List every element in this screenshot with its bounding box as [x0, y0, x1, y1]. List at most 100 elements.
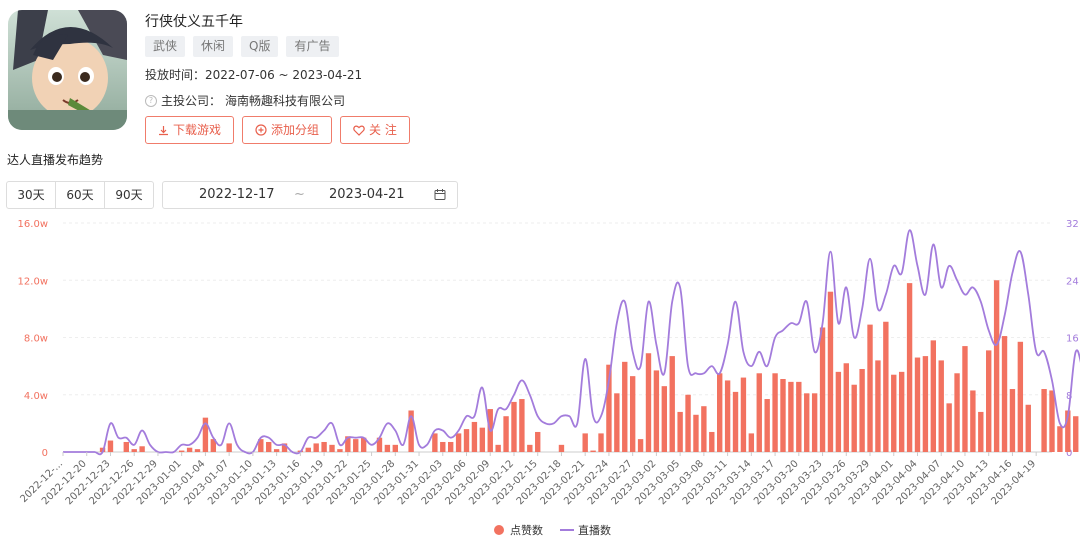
- bar: [978, 411, 984, 452]
- bar: [946, 403, 952, 452]
- follow-button[interactable]: 关 注: [340, 116, 410, 144]
- bar: [1057, 426, 1063, 452]
- y-right-tick-label: 24: [1066, 276, 1079, 287]
- bar: [337, 449, 343, 452]
- bar: [273, 449, 280, 452]
- bar: [519, 399, 525, 452]
- bar: [756, 373, 762, 452]
- bar: [455, 433, 462, 452]
- bar: [353, 439, 359, 452]
- range-60-days[interactable]: 60天: [56, 182, 105, 208]
- bar: [629, 376, 636, 452]
- bar: [1001, 336, 1008, 452]
- bar: [883, 321, 889, 452]
- date-range-picker[interactable]: 2022-12-17 ~ 2023-04-21: [162, 181, 458, 209]
- bar: [788, 381, 794, 452]
- publisher-name: 海南畅趣科技有限公司: [225, 94, 346, 108]
- bar: [471, 421, 478, 452]
- bar: [970, 390, 976, 452]
- start-date[interactable]: 2022-12-17: [199, 187, 275, 202]
- bar: [962, 346, 968, 452]
- bar: [677, 411, 683, 452]
- range-90-days[interactable]: 90天: [105, 182, 153, 208]
- bar: [835, 371, 842, 452]
- bar: [637, 439, 644, 452]
- add-group-button[interactable]: 添加分组: [242, 116, 333, 144]
- bar: [194, 449, 201, 452]
- game-tags: 武侠 休闲 Q版 有广告: [145, 36, 339, 57]
- legend-label-likes: 点赞数: [510, 524, 543, 537]
- legend-marker-likes: [494, 525, 504, 535]
- bar: [226, 443, 232, 452]
- bar: [780, 379, 786, 452]
- bar: [993, 280, 1000, 452]
- bar: [859, 368, 865, 452]
- bar: [867, 324, 873, 452]
- date-separator: ~: [294, 187, 305, 202]
- bar: [986, 350, 992, 452]
- follow-label: 关 注: [369, 123, 397, 137]
- bar: [1025, 404, 1031, 452]
- bar: [558, 444, 565, 452]
- download-game-label: 下载游戏: [173, 123, 222, 137]
- range-30-days[interactable]: 30天: [7, 182, 56, 208]
- bar: [796, 381, 802, 452]
- bar: [614, 393, 620, 452]
- bar: [954, 373, 960, 452]
- bar: [1017, 341, 1024, 452]
- bar: [503, 416, 509, 452]
- bar: [329, 444, 335, 452]
- bar: [598, 433, 604, 452]
- bar: [843, 363, 849, 452]
- bar: [914, 357, 921, 452]
- bar: [930, 340, 937, 452]
- bar: [527, 444, 533, 452]
- help-icon[interactable]: ?: [145, 94, 157, 107]
- bar: [811, 393, 818, 452]
- y-left-tick-label: 4.0w: [24, 391, 48, 402]
- bar: [661, 386, 668, 452]
- download-icon: [159, 125, 168, 135]
- bar: [851, 384, 857, 452]
- bar: [875, 360, 881, 452]
- bar: [653, 370, 660, 452]
- game-cover-image: [8, 10, 127, 130]
- add-group-label: 添加分组: [271, 123, 320, 137]
- bar: [772, 373, 778, 452]
- bar: [384, 444, 391, 452]
- bar: [922, 356, 929, 452]
- y-left-tick-label: 12.0w: [18, 276, 48, 287]
- bar: [432, 433, 438, 452]
- bar: [701, 406, 707, 452]
- bar: [178, 450, 185, 452]
- bar: [622, 361, 628, 452]
- bar: [1073, 416, 1079, 452]
- bar: [582, 433, 588, 452]
- bar: [392, 444, 398, 452]
- bar: [1009, 389, 1016, 452]
- bar: [266, 441, 272, 452]
- bar: [732, 391, 739, 452]
- y-left-tick-label: 16.0w: [18, 219, 48, 230]
- tag: Q版: [241, 36, 279, 57]
- bar: [123, 441, 129, 452]
- end-date[interactable]: 2023-04-21: [329, 187, 405, 202]
- bar: [511, 401, 517, 452]
- bar: [495, 444, 501, 452]
- bar: [819, 327, 826, 452]
- bar: [1041, 389, 1047, 452]
- bar: [321, 441, 327, 452]
- launch-period: 投放时间：2022-07-06 ~ 2023-04-21: [145, 68, 363, 82]
- bar: [479, 427, 486, 452]
- bar: [535, 431, 541, 452]
- bar: [590, 450, 596, 452]
- y-right-tick-label: 16: [1066, 334, 1079, 345]
- y-right-tick-label: 32: [1066, 219, 1079, 230]
- trend-chart: 0 04.0w 88.0w 1612.0w 2416.0w 322022-12-...20…: [18, 219, 1080, 537]
- bar: [717, 373, 723, 452]
- bar: [463, 429, 470, 452]
- bar: [440, 441, 446, 452]
- bar: [724, 380, 731, 452]
- section-title: 达人直播发布趋势: [7, 153, 104, 167]
- download-game-button[interactable]: 下载游戏: [145, 116, 235, 144]
